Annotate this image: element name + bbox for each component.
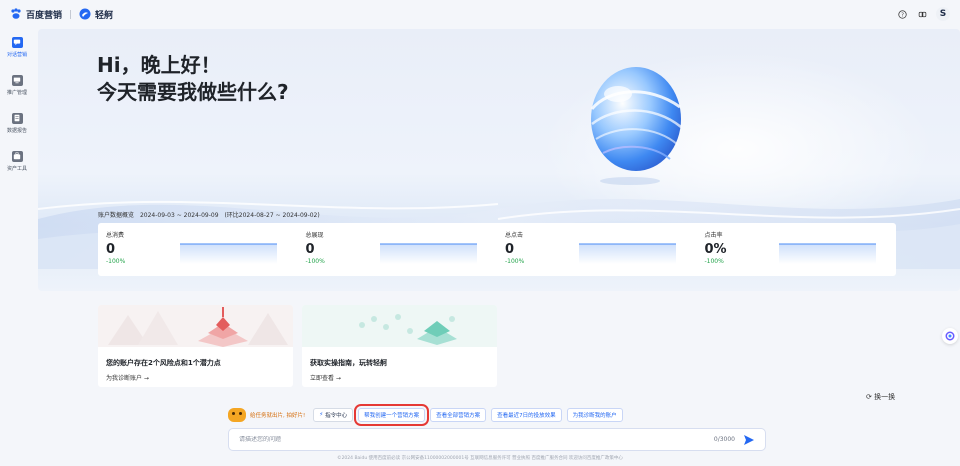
footer-text: ©2024 Baidu 使用百度前必读 京公网安备11000002000001号… — [337, 456, 623, 461]
chip-label: 指令中心 — [325, 413, 348, 419]
floating-assistant-button[interactable] — [942, 328, 958, 344]
brand-divider — [70, 9, 72, 19]
stats-panel: 总消费 0 -100% 总展现 0 -100% 总点击 0 -100% 点击率 … — [98, 223, 896, 276]
sidebar-item-chat-marketing[interactable]: 对话营销 — [0, 28, 34, 66]
card-illustration-guide — [302, 305, 497, 347]
overview-range: 2024-09-03 ~ 2024-09-09 — [139, 212, 219, 219]
refresh-icon: ⟳ — [866, 393, 872, 401]
app-root: 百度营销 轻舸 ? S 对话营销 推广管理 数据报告 资产工具 Hi，晚上好！ … — [0, 0, 960, 466]
sidebar-item-label: 数据报告 — [6, 127, 27, 134]
sidebar-item-tools[interactable]: 资产工具 — [0, 142, 34, 180]
toolbox-icon — [11, 150, 23, 162]
stat-sparkline — [379, 243, 477, 264]
sidebar-item-promotion[interactable]: 推广管理 — [0, 66, 34, 104]
stat-sparkline — [180, 243, 277, 264]
card-title: 获取实操指南，玩转轻舸 — [310, 359, 387, 367]
product-name: 轻舸 — [95, 10, 114, 21]
brand-name: 百度营销 — [26, 10, 63, 21]
stat-ctr[interactable]: 点击率 0% -100% — [697, 223, 897, 276]
baidu-paw-icon — [11, 8, 21, 19]
chip-create-marketing-plan[interactable]: 帮我创建一个营销方案 — [354, 404, 430, 426]
assistant-tip: 给任务就出片, 拍好片! — [250, 413, 306, 419]
hero-question: 今天需要我做些什么? — [97, 80, 289, 104]
card-title: 您的账户存在2个风险点和1个潜力点 — [106, 359, 221, 367]
report-icon — [11, 112, 23, 124]
chip-diagnose-account[interactable]: 为我诊断我的账户 — [566, 408, 623, 422]
hero-greeting: Hi，晚上好！ — [97, 53, 221, 77]
command-icon: ⚡ — [319, 412, 324, 418]
mascot-icon — [228, 408, 246, 422]
stat-label: 点击率 — [704, 232, 723, 239]
card-link[interactable]: 立即查看 → — [310, 373, 497, 382]
chip-view-7day-performance[interactable]: 查看最近7日的投放效果 — [491, 408, 562, 422]
refresh-button[interactable]: ⟳ 换一换 — [866, 392, 895, 402]
stat-sparkline — [778, 243, 876, 264]
stat-label: 总点击 — [505, 232, 524, 239]
card-guide[interactable]: 获取实操指南，玩转轻舸 立即查看 → — [302, 305, 497, 387]
monitor-icon — [11, 74, 23, 86]
chip-view-all-plans[interactable]: 查看全部营销方案 — [430, 408, 487, 422]
suggestion-bar: 给任务就出片, 拍好片! ⚡ 指令中心 帮我创建一个营销方案 查看全部营销方案 … — [228, 404, 628, 426]
ai-orb-decoration — [590, 67, 682, 185]
question-input[interactable] — [239, 436, 714, 443]
stat-label: 总消费 — [106, 232, 125, 239]
card-account-diagnosis[interactable]: 您的账户存在2个风险点和1个潜力点 为我诊断账户 → — [98, 305, 293, 387]
hero-panel: Hi，晚上好！ 今天需要我做些什么? 账户数据概览 2024-09-03 ~ 2… — [38, 29, 960, 291]
stat-total-spend[interactable]: 总消费 0 -100% — [98, 223, 298, 276]
send-icon[interactable] — [743, 434, 755, 446]
stat-sparkline — [579, 243, 676, 264]
top-bar: 百度营销 轻舸 ? S — [0, 0, 960, 28]
sidebar-item-reports[interactable]: 数据报告 — [0, 104, 34, 142]
stat-total-impressions[interactable]: 总展现 0 -100% — [298, 223, 498, 276]
sidebar: 对话营销 推广管理 数据报告 资产工具 — [0, 28, 34, 466]
sidebar-item-label: 推广管理 — [6, 89, 27, 96]
refresh-label: 换一换 — [874, 393, 896, 401]
overview-header: 账户数据概览 2024-09-03 ~ 2024-09-09 (环比2024-0… — [98, 210, 320, 219]
overview-title: 账户数据概览 — [98, 212, 135, 219]
svg-text:?: ? — [901, 12, 904, 18]
sidebar-item-label: 对话营销 — [6, 51, 27, 58]
help-icon[interactable]: ? — [896, 8, 908, 20]
assistant-spark-icon — [945, 331, 955, 341]
brand[interactable]: 百度营销 轻舸 — [10, 8, 113, 21]
top-actions: ? S — [896, 7, 950, 21]
question-composer: 0/3000 — [228, 428, 766, 451]
link-icon[interactable] — [916, 8, 928, 20]
card-link[interactable]: 为我诊断账户 → — [106, 373, 293, 382]
sidebar-item-label: 资产工具 — [6, 165, 27, 172]
command-center-button[interactable]: ⚡ 指令中心 — [313, 408, 354, 422]
user-avatar[interactable]: S — [936, 7, 950, 21]
stat-label: 总展现 — [305, 232, 324, 239]
char-counter: 0/3000 — [713, 436, 735, 443]
chat-icon — [11, 36, 23, 48]
qingge-logo-icon — [79, 8, 91, 20]
overview-compare: (环比2024-08-27 ~ 2024-09-02) — [224, 212, 320, 219]
stat-total-clicks[interactable]: 总点击 0 -100% — [497, 223, 697, 276]
card-illustration-risk — [98, 305, 293, 347]
